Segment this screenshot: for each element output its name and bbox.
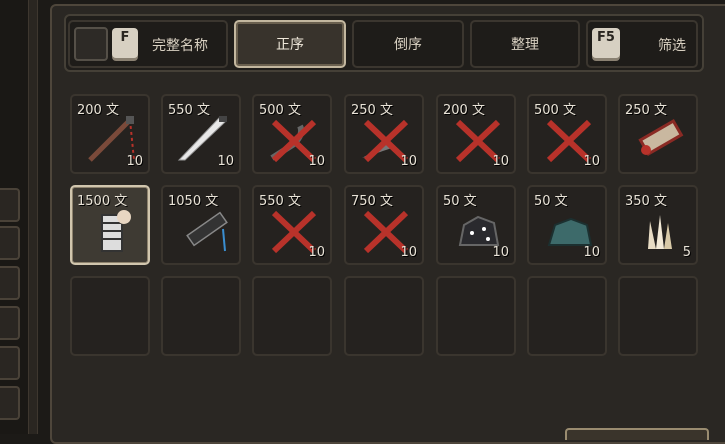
- inventory-slot[interactable]: 200 文 10: [70, 94, 150, 174]
- sort-asc-button[interactable]: 正序: [234, 20, 346, 68]
- item-count: 10: [308, 154, 325, 169]
- inventory-slot-selected[interactable]: 1500 文: [70, 185, 150, 265]
- f5-key-icon: F5: [592, 28, 620, 58]
- empty-slot[interactable]: [344, 276, 424, 356]
- item-price: 50 文: [443, 194, 477, 209]
- inventory-slot[interactable]: 500 文 10: [252, 94, 332, 174]
- inventory-slot[interactable]: 200 文 10: [436, 94, 516, 174]
- side-tab[interactable]: [0, 386, 20, 420]
- side-tab[interactable]: [0, 306, 20, 340]
- f-key-icon: F: [112, 28, 138, 58]
- item-count: 10: [126, 154, 143, 169]
- item-count: 10: [400, 154, 417, 169]
- item-count: 10: [492, 154, 509, 169]
- bottom-action-button[interactable]: [565, 428, 709, 440]
- side-tab[interactable]: [0, 188, 20, 222]
- item-price: 1500 文: [77, 194, 128, 209]
- empty-slot[interactable]: [252, 276, 332, 356]
- inventory-slot[interactable]: 500 文 10: [527, 94, 607, 174]
- scroll-icon: [638, 119, 684, 156]
- item-count: 10: [217, 154, 234, 169]
- item-count: 10: [492, 245, 509, 260]
- empty-slot[interactable]: [436, 276, 516, 356]
- organize-button[interactable]: 整理: [470, 20, 580, 68]
- full-name-label: 完整名称: [152, 38, 208, 54]
- item-price: 250 文: [625, 103, 667, 118]
- bone-scroll-icon: [101, 210, 131, 252]
- item-price: 50 文: [534, 194, 568, 209]
- inventory-slot[interactable]: 550 文 10: [161, 94, 241, 174]
- inventory-slot[interactable]: 50 文 10: [527, 185, 607, 265]
- inventory-slot[interactable]: 50 文 10: [436, 185, 516, 265]
- item-count: 10: [583, 154, 600, 169]
- inventory-slot[interactable]: 550 文 10: [252, 185, 332, 265]
- left-panel-edge: [28, 0, 38, 434]
- empty-slot[interactable]: [527, 276, 607, 356]
- item-price: 350 文: [625, 194, 667, 209]
- item-price: 750 文: [351, 194, 393, 209]
- item-price: 500 文: [259, 103, 301, 118]
- inventory-slot[interactable]: 250 文: [618, 94, 698, 174]
- item-price: 500 文: [534, 103, 576, 118]
- item-count: 10: [400, 245, 417, 260]
- full-name-checkbox[interactable]: [74, 27, 108, 61]
- inventory-slot[interactable]: 250 文 10: [344, 94, 424, 174]
- item-price: 1050 文: [168, 194, 219, 209]
- item-count: 5: [682, 245, 691, 260]
- inventory-slot[interactable]: 350 文 5: [618, 185, 698, 265]
- crystal-icon: [648, 215, 672, 249]
- side-tab[interactable]: [0, 346, 20, 380]
- item-count: 10: [583, 245, 600, 260]
- filter-label: 筛选: [658, 38, 686, 54]
- dark-blade-icon: [186, 211, 228, 252]
- inventory-slot[interactable]: 1050 文: [161, 185, 241, 265]
- item-count: 10: [308, 245, 325, 260]
- sort-desc-button[interactable]: 倒序: [352, 20, 464, 68]
- empty-slot[interactable]: [618, 276, 698, 356]
- item-price: 550 文: [168, 103, 210, 118]
- item-price: 550 文: [259, 194, 301, 209]
- side-tab[interactable]: [0, 266, 20, 300]
- inventory-slot[interactable]: 750 文 10: [344, 185, 424, 265]
- item-price: 250 文: [351, 103, 393, 118]
- item-price: 200 文: [77, 103, 119, 118]
- empty-slot[interactable]: [70, 276, 150, 356]
- empty-slot[interactable]: [161, 276, 241, 356]
- side-tab[interactable]: [0, 226, 20, 260]
- item-price: 200 文: [443, 103, 485, 118]
